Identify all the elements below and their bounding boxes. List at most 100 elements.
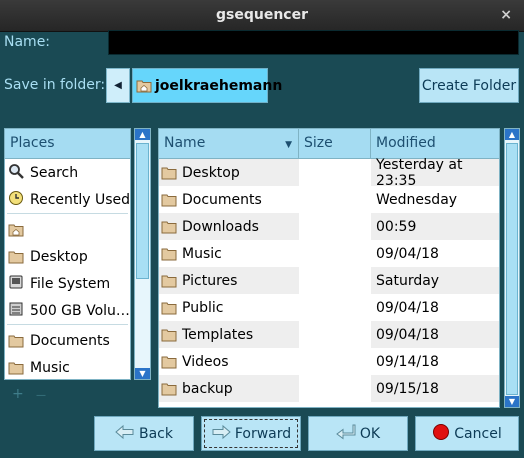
- left-arrow-icon: ◀: [114, 80, 122, 91]
- file-row[interactable]: Documents Wednesday: [159, 186, 499, 213]
- file-modified: Wednesday: [376, 191, 458, 208]
- folder-icon: [161, 355, 177, 369]
- column-header-name[interactable]: Name ▼: [159, 129, 299, 159]
- place-item-recently-used[interactable]: Recently Used: [5, 186, 130, 213]
- file-name: Videos: [182, 353, 229, 370]
- file-modified: 09/14/18: [376, 353, 439, 370]
- add-place-button[interactable]: +: [12, 386, 24, 402]
- scroll-down-icon[interactable]: ▼: [505, 396, 519, 407]
- file-size: [299, 267, 371, 294]
- window-titlebar: gsequencer ×: [0, 0, 524, 32]
- create-folder-button[interactable]: Create Folder: [419, 68, 519, 103]
- folder-icon: [161, 220, 177, 234]
- files-scroll-thumb[interactable]: [506, 143, 518, 395]
- folder-icon: [161, 274, 177, 288]
- places-header[interactable]: Places: [5, 129, 130, 159]
- file-row[interactable]: backup 09/15/18: [159, 375, 499, 402]
- file-row[interactable]: Pictures Saturday: [159, 267, 499, 294]
- column-header-size[interactable]: Size: [299, 129, 371, 159]
- harddisk-icon: [8, 274, 24, 294]
- file-name-cell: Public: [161, 294, 223, 321]
- file-row[interactable]: Templates 09/04/18: [159, 321, 499, 348]
- home-folder-icon: [136, 79, 152, 93]
- name-field[interactable]: [108, 30, 519, 55]
- back-button[interactable]: Back: [94, 416, 194, 451]
- home-folder-icon: [8, 223, 24, 237]
- file-size: [299, 240, 371, 267]
- path-button-label: joelkraehemann: [155, 77, 283, 94]
- cancel-icon: [432, 423, 450, 445]
- file-name: Downloads: [182, 218, 259, 235]
- path-back-button[interactable]: ◀: [106, 68, 130, 103]
- save-in-folder-label: Save in folder:: [4, 77, 106, 93]
- file-size: [299, 294, 371, 321]
- file-modified: 00:59: [376, 218, 417, 235]
- column-header-label: Name: [164, 135, 206, 151]
- back-arrow-icon: [115, 424, 135, 444]
- folder-icon: [8, 361, 24, 375]
- file-list: Name ▼ Size Modified Desktop Yesterday at…: [158, 128, 500, 408]
- file-modified: 09/04/18: [376, 245, 439, 262]
- drive-icon: [8, 301, 24, 321]
- ok-button[interactable]: OK: [308, 416, 408, 451]
- file-name-cell: Videos: [161, 348, 229, 375]
- folder-icon: [161, 328, 177, 342]
- file-size: [299, 213, 371, 240]
- place-label: 500 GB Volu…: [30, 302, 130, 319]
- remove-place-button[interactable]: —: [36, 390, 46, 401]
- file-modified: 09/04/18: [376, 326, 439, 343]
- window-title: gsequencer: [216, 7, 308, 23]
- file-row[interactable]: Videos 09/14/18: [159, 348, 499, 375]
- place-label: File System: [30, 275, 111, 292]
- place-item-music[interactable]: Music: [5, 354, 130, 379]
- file-name: Pictures: [182, 272, 238, 289]
- file-name-cell: Music: [161, 240, 222, 267]
- folder-icon: [8, 334, 24, 348]
- scroll-down-icon[interactable]: ▼: [135, 368, 150, 379]
- folder-icon: [161, 382, 177, 396]
- file-size: [299, 321, 371, 348]
- file-name: Documents: [182, 191, 262, 208]
- file-name-cell: Templates: [161, 321, 253, 348]
- folder-icon: [8, 250, 24, 264]
- column-header-label: Size: [304, 135, 333, 151]
- place-item-documents[interactable]: Documents: [5, 327, 130, 354]
- file-name-cell: backup: [161, 375, 233, 402]
- search-icon: [8, 163, 24, 183]
- cancel-button[interactable]: Cancel: [415, 416, 519, 451]
- folder-icon: [161, 301, 177, 315]
- forward-button[interactable]: Forward: [201, 416, 301, 451]
- file-name: Music: [182, 245, 222, 262]
- scroll-up-icon[interactable]: ▲: [135, 129, 150, 140]
- file-name-cell: Pictures: [161, 267, 237, 294]
- file-row[interactable]: Downloads 00:59: [159, 213, 499, 240]
- file-row[interactable]: Music 09/04/18: [159, 240, 499, 267]
- places-scrollbar[interactable]: ▲ ▼: [134, 128, 151, 380]
- file-modified: Yesterday at 23:35: [376, 156, 463, 189]
- column-header-modified[interactable]: Modified: [371, 129, 499, 159]
- files-scrollbar[interactable]: ▲ ▼: [504, 128, 520, 408]
- cancel-button-label: Cancel: [454, 425, 502, 442]
- file-row[interactable]: Public 09/04/18: [159, 294, 499, 321]
- folder-icon: [161, 166, 177, 180]
- place-item-volume[interactable]: 500 GB Volu…: [5, 297, 130, 324]
- place-label: Desktop: [30, 248, 88, 265]
- place-item-home[interactable]: [5, 216, 130, 243]
- place-item-file-system[interactable]: File System: [5, 270, 130, 297]
- file-size: [299, 159, 371, 186]
- folder-icon: [161, 193, 177, 207]
- place-item-desktop[interactable]: Desktop: [5, 243, 130, 270]
- path-button-home[interactable]: joelkraehemann: [132, 68, 282, 103]
- place-item-search[interactable]: Search: [5, 159, 130, 186]
- file-name: Public: [182, 299, 224, 316]
- file-size: [299, 186, 371, 213]
- column-header-label: Modified: [376, 135, 436, 151]
- scroll-up-icon[interactable]: ▲: [505, 129, 519, 140]
- file-modified: 09/15/18: [376, 380, 439, 397]
- file-size: [299, 375, 371, 402]
- place-label: Search: [30, 164, 79, 181]
- file-row[interactable]: Desktop Yesterday at 23:35: [159, 156, 499, 189]
- places-panel: Places Search Recently Used Desktop File…: [4, 128, 131, 380]
- places-scroll-thumb[interactable]: [136, 143, 149, 279]
- close-icon[interactable]: ×: [500, 7, 512, 23]
